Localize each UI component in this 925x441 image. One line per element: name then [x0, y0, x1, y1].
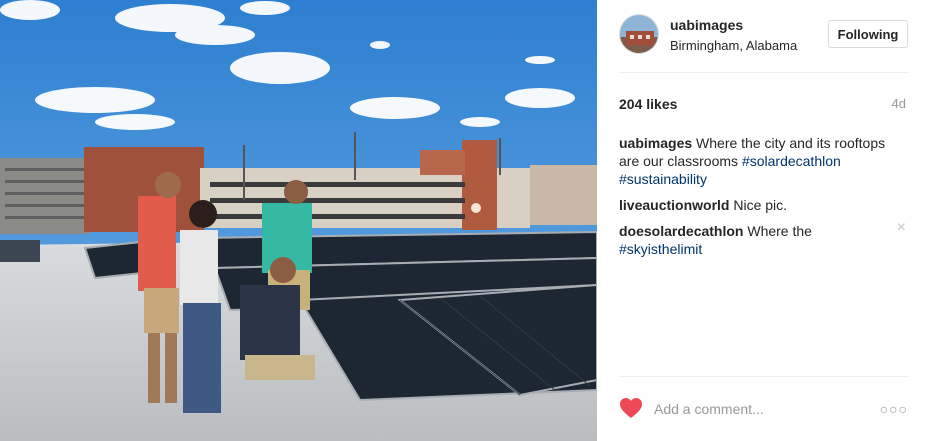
add-comment-input[interactable]: [654, 401, 874, 417]
rooftop-solar-photo: [0, 0, 597, 441]
likes-count[interactable]: 204 likes: [619, 96, 677, 112]
more-icon[interactable]: ○○○: [880, 401, 908, 417]
heart-icon[interactable]: [619, 397, 643, 419]
hashtag-link[interactable]: #solardecathlon: [742, 153, 841, 169]
avatar-image: [620, 15, 658, 53]
post-header: uabimages Birmingham, Alabama Following: [597, 0, 925, 72]
post-side-panel: uabimages Birmingham, Alabama Following …: [597, 0, 925, 441]
comment-text: Where the: [743, 223, 812, 239]
comment-list: uabimages Where the city and its rooftop…: [619, 134, 889, 266]
caption-username[interactable]: uabimages: [619, 135, 692, 151]
caption: uabimages Where the city and its rooftop…: [619, 134, 889, 188]
post-time[interactable]: 4d: [892, 96, 906, 111]
avatar[interactable]: [619, 14, 659, 54]
comment-username[interactable]: liveauctionworld: [619, 197, 729, 213]
post-footer: ○○○: [597, 377, 925, 441]
close-icon[interactable]: ×: [897, 219, 906, 237]
comment-item: liveauctionworld Nice pic.: [619, 196, 889, 214]
hashtag-link[interactable]: #sustainability: [619, 171, 707, 187]
comment-text: Nice pic.: [729, 197, 788, 213]
hashtag-link[interactable]: #skyisthelimit: [619, 241, 702, 257]
header-divider: [619, 72, 909, 73]
post-photo[interactable]: [0, 0, 597, 441]
post-username[interactable]: uabimages: [670, 17, 743, 33]
comment-username[interactable]: doesolardecathlon: [619, 223, 743, 239]
post-location[interactable]: Birmingham, Alabama: [670, 38, 797, 53]
comment-item: doesolardecathlon Where the #skyisthelim…: [619, 222, 889, 258]
following-button[interactable]: Following: [828, 20, 908, 48]
